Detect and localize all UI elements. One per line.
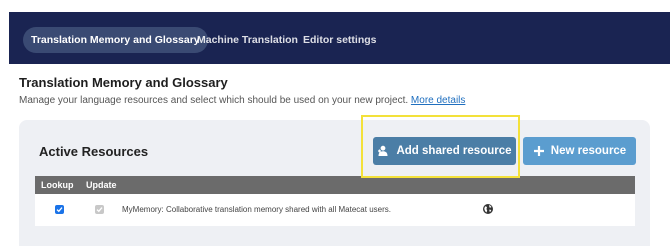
tab-machine-translation[interactable]: Machine Translation <box>197 27 298 53</box>
tab-editor-settings[interactable]: Editor settings <box>303 27 377 53</box>
lookup-column-header: Lookup <box>41 180 74 190</box>
resource-name: MyMemory: Collaborative translation memo… <box>122 205 391 214</box>
more-details-link[interactable]: More details <box>411 95 465 106</box>
new-resource-button[interactable]: New resource <box>523 137 636 165</box>
highlight-box <box>361 115 520 178</box>
tab-translation-memory-and-glossary[interactable]: Translation Memory and Glossary <box>23 27 208 53</box>
table-row: MyMemory: Collaborative translation memo… <box>35 194 635 226</box>
new-resource-label: New resource <box>550 145 627 157</box>
top-navigation-bar: Translation Memory and Glossary Machine … <box>9 12 670 64</box>
update-checkbox[interactable] <box>95 205 104 214</box>
active-resources-title: Active Resources <box>39 144 149 159</box>
checkmark-icon <box>56 207 63 213</box>
plus-icon <box>533 146 544 156</box>
page-subtitle-text: Manage your language resources and selec… <box>19 95 409 106</box>
page-subtitle: Manage your language resources and selec… <box>19 95 465 106</box>
lookup-checkbox[interactable] <box>55 205 64 214</box>
globe-icon <box>483 204 493 214</box>
active-resources-panel: Active Resources Add shared resource New… <box>19 120 650 246</box>
page-title: Translation Memory and Glossary <box>19 75 228 90</box>
resources-table-header: Lookup Update <box>35 176 635 194</box>
checkmark-icon <box>96 207 103 213</box>
update-column-header: Update <box>86 180 117 190</box>
